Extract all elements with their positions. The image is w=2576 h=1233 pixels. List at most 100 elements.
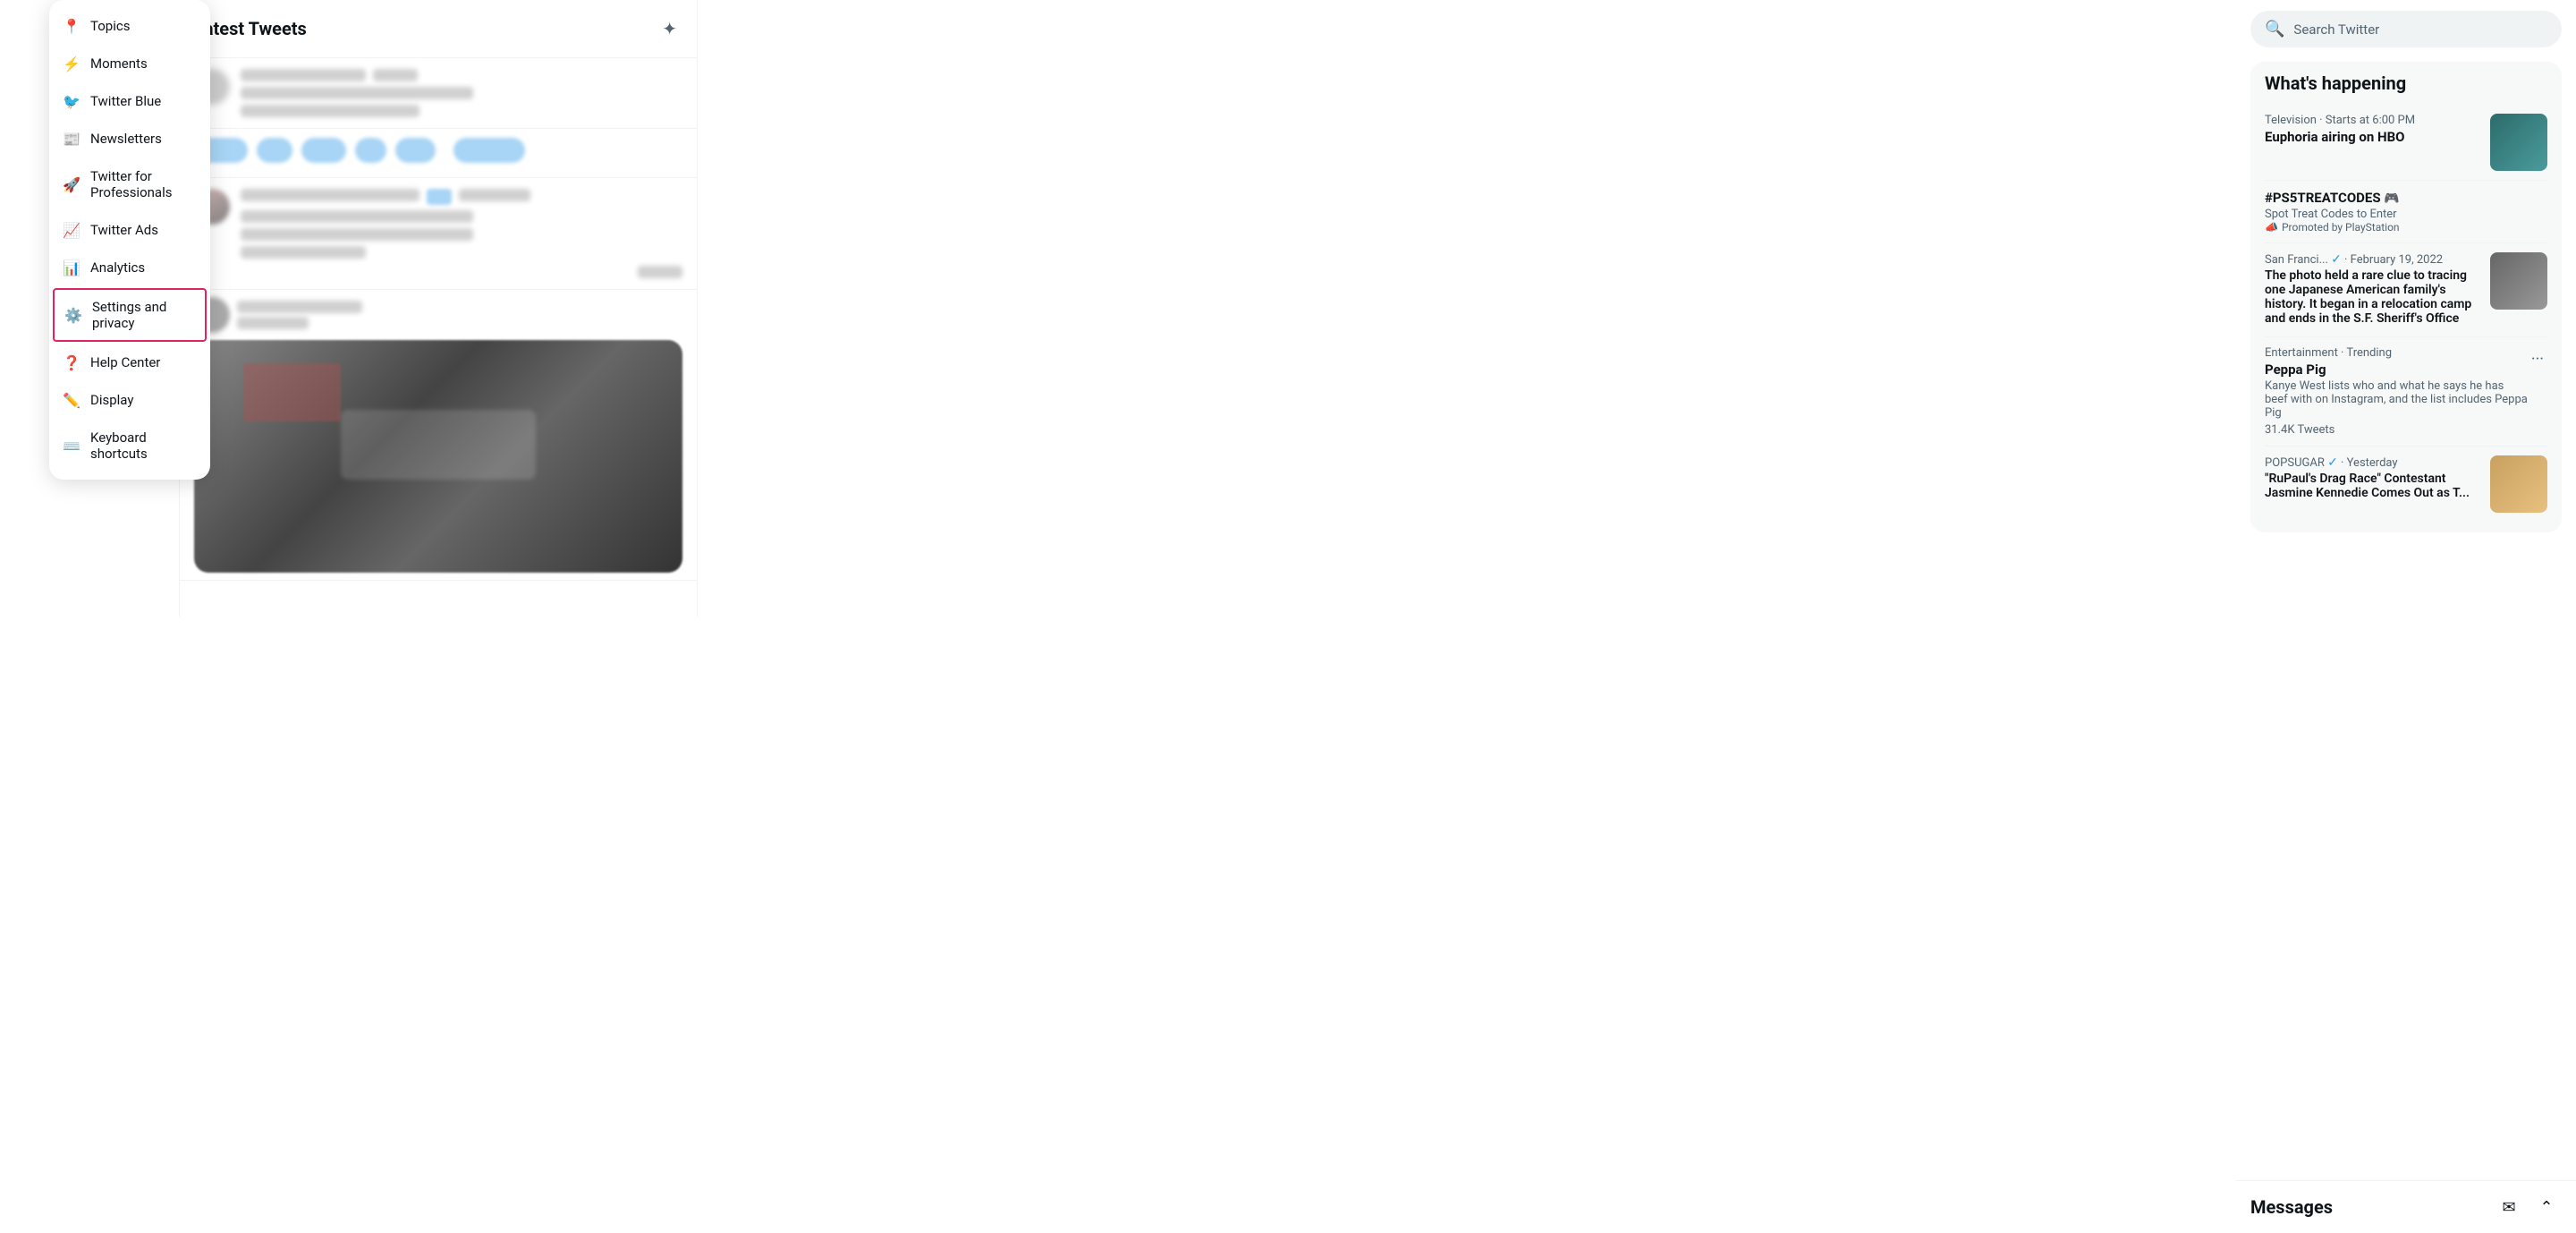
- trend-sub-ps5: Spot Treat Codes to Enter: [2265, 208, 2547, 221]
- menu-item-newsletters[interactable]: 📰 Newsletters: [49, 120, 210, 157]
- tweet-time-blur: [459, 189, 530, 201]
- chevron-up-icon: ⌃: [2539, 1198, 2553, 1217]
- big-image-tweet: [180, 290, 697, 581]
- blue-pill-6: [453, 138, 525, 163]
- blue-pill-3: [301, 138, 346, 163]
- twitter-ads-icon: 📈: [64, 222, 80, 238]
- trend-category-sf: San Franci... ✓ · February 19, 2022: [2265, 252, 2479, 267]
- feed-header: Latest Tweets ✦: [180, 0, 697, 58]
- menu-item-display[interactable]: ✏️ Display: [49, 381, 210, 419]
- search-bar[interactable]: 🔍 Search Twitter: [2250, 11, 2562, 47]
- blue-badge: [427, 189, 452, 205]
- menu-item-display-label: Display: [90, 392, 133, 408]
- messages-title: Messages: [2250, 1196, 2333, 1218]
- menu-item-professionals-label: Twitter for Professionals: [90, 168, 196, 200]
- trend-image-sf: [2490, 252, 2547, 310]
- twitter-blue-icon: 🐦: [64, 93, 80, 109]
- trend-item-popsugar[interactable]: POPSUGAR ✓ · Yesterday "RuPaul's Drag Ra…: [2265, 446, 2547, 522]
- trend-image-euphoria: [2490, 114, 2547, 171]
- tweet-count-peppa: 31.4K Tweets: [2265, 423, 2528, 437]
- trend-item-euphoria[interactable]: Television · Starts at 6:00 PM Euphoria …: [2265, 105, 2547, 181]
- trend-left-sf: San Franci... ✓ · February 19, 2022 The …: [2265, 252, 2479, 327]
- trend-name-euphoria: Euphoria airing on HBO: [2265, 129, 2479, 145]
- trend-left-ps5: #PS5TREATCODES 🎮 Spot Treat Codes to Ent…: [2265, 190, 2547, 234]
- menu-item-topics-label: Topics: [90, 18, 130, 34]
- retweet-count: [638, 266, 682, 278]
- tweet-card-3: [180, 178, 697, 290]
- trend-dots-peppa[interactable]: ···: [2528, 346, 2547, 372]
- menu-item-twitter-ads-label: Twitter Ads: [90, 222, 158, 238]
- messages-icons: ✉ ⌃: [2494, 1192, 2562, 1222]
- trend-item-ps5[interactable]: #PS5TREATCODES 🎮 Spot Treat Codes to Ent…: [2265, 181, 2547, 243]
- keyboard-icon: ⌨️: [64, 438, 80, 454]
- menu-item-keyboard[interactable]: ⌨️ Keyboard shortcuts: [49, 419, 210, 472]
- menu-item-analytics-label: Analytics: [90, 259, 145, 276]
- big-tweet-name: [237, 301, 362, 313]
- tweet-line-3c: [241, 246, 366, 259]
- main-feed: Latest Tweets ✦: [179, 0, 698, 616]
- messages-bar: Messages ✉ ⌃: [2236, 1180, 2576, 1233]
- trend-category-euphoria: Television · Starts at 6:00 PM: [2265, 114, 2479, 127]
- topics-icon: 📍: [64, 18, 80, 34]
- trend-item-peppa[interactable]: Entertainment · Trending Peppa Pig Kanye…: [2265, 337, 2547, 446]
- menu-item-keyboard-label: Keyboard shortcuts: [90, 429, 196, 462]
- settings-icon: ⚙️: [65, 307, 81, 323]
- sparkle-button[interactable]: ✦: [657, 13, 682, 45]
- menu-item-twitter-blue-label: Twitter Blue: [90, 93, 161, 109]
- menu-item-help[interactable]: ❓ Help Center: [49, 344, 210, 381]
- trend-left-peppa: Entertainment · Trending Peppa Pig Kanye…: [2265, 346, 2528, 437]
- tweet-card-1: [180, 58, 697, 129]
- right-sidebar: 🔍 Search Twitter What's happening Televi…: [2236, 0, 2576, 543]
- tweet-line-3b: [241, 228, 473, 241]
- trend-sub-peppa: Kanye West lists who and what he says he…: [2265, 379, 2528, 420]
- tweet-name-blur-3: [241, 189, 419, 201]
- trend-item-sf[interactable]: San Franci... ✓ · February 19, 2022 The …: [2265, 243, 2547, 337]
- tweet-handle-blur: [373, 69, 418, 81]
- verified-badge-popsugar: ✓: [2327, 455, 2338, 470]
- dropdown-menu: 📍 Topics ⚡ Moments 🐦 Twitter Blue 📰 News…: [49, 0, 210, 480]
- newsletters-icon: 📰: [64, 131, 80, 147]
- menu-item-settings-label: Settings and privacy: [92, 299, 194, 331]
- compose-message-button[interactable]: ✉: [2494, 1192, 2524, 1222]
- trend-name-peppa: Peppa Pig: [2265, 361, 2528, 378]
- trend-category-popsugar: POPSUGAR ✓ · Yesterday: [2265, 455, 2479, 470]
- menu-item-help-label: Help Center: [90, 354, 160, 370]
- blue-pill-5: [395, 138, 436, 163]
- moments-icon: ⚡: [64, 55, 80, 72]
- promoted-label-ps5: 📣 Promoted by PlayStation: [2265, 221, 2547, 234]
- trend-name-popsugar: "RuPaul's Drag Race" Contestant Jasmine …: [2265, 472, 2479, 500]
- menu-item-topics[interactable]: 📍 Topics: [49, 7, 210, 45]
- menu-item-professionals[interactable]: 🚀 Twitter for Professionals: [49, 157, 210, 211]
- search-placeholder: Search Twitter: [2293, 21, 2379, 38]
- whats-happening-panel: What's happening Television · Starts at …: [2250, 62, 2562, 532]
- search-icon: 🔍: [2265, 20, 2284, 38]
- tweet-line-2: [241, 105, 419, 117]
- menu-item-analytics[interactable]: 📊 Analytics: [49, 249, 210, 286]
- tweet-line-1: [241, 87, 473, 99]
- trend-category-peppa: Entertainment · Trending: [2265, 346, 2528, 360]
- trend-left-popsugar: POPSUGAR ✓ · Yesterday "RuPaul's Drag Ra…: [2265, 455, 2479, 502]
- collapse-messages-button[interactable]: ⌃: [2531, 1192, 2562, 1222]
- menu-item-twitter-ads[interactable]: 📈 Twitter Ads: [49, 211, 210, 249]
- trend-image-popsugar: [2490, 455, 2547, 513]
- big-tweet-handle: [237, 317, 309, 329]
- menu-item-moments[interactable]: ⚡ Moments: [49, 45, 210, 82]
- tweet-content-1: [241, 69, 682, 117]
- tweet-card-2: [180, 129, 697, 178]
- whats-happening-title: What's happening: [2265, 72, 2547, 94]
- analytics-icon: 📊: [64, 259, 80, 276]
- verified-badge-sf: ✓: [2331, 252, 2342, 267]
- blue-pill-4: [355, 138, 386, 163]
- feed-title: Latest Tweets: [194, 18, 307, 39]
- tweet-content-3: [241, 189, 682, 278]
- menu-item-twitter-blue[interactable]: 🐦 Twitter Blue: [49, 82, 210, 120]
- ps5-emoji: 🎮: [2384, 191, 2399, 206]
- trend-name-sf: The photo held a rare clue to tracing on…: [2265, 268, 2479, 326]
- menu-item-newsletters-label: Newsletters: [90, 131, 162, 147]
- tweet-name-blur: [241, 69, 366, 81]
- trend-left-euphoria: Television · Starts at 6:00 PM Euphoria …: [2265, 114, 2479, 147]
- professionals-icon: 🚀: [64, 176, 80, 192]
- display-icon: ✏️: [64, 392, 80, 408]
- help-icon: ❓: [64, 354, 80, 370]
- menu-item-settings[interactable]: ⚙️ Settings and privacy: [53, 288, 207, 342]
